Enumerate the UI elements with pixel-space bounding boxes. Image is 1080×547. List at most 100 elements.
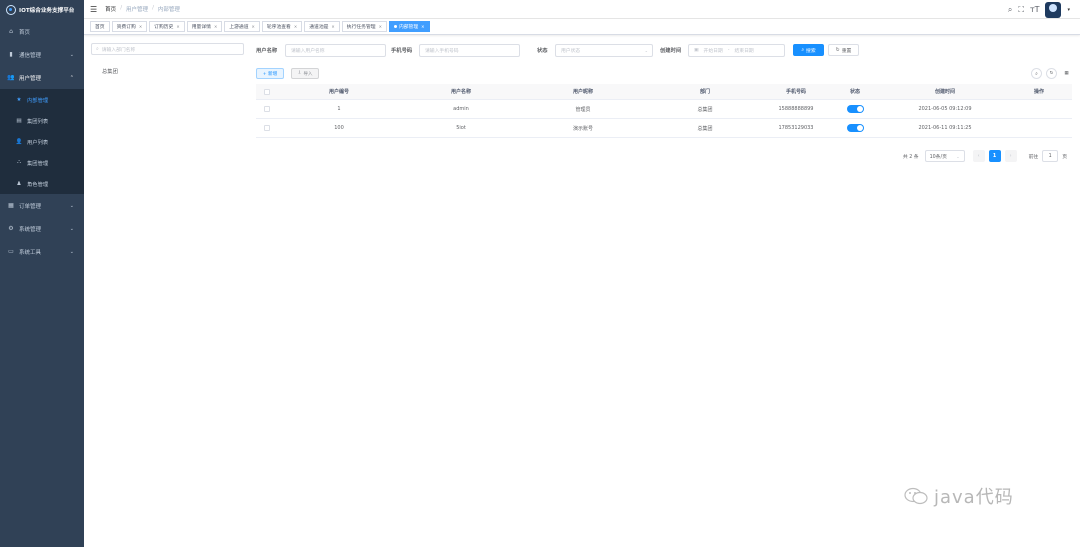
cell-user-id: 1: [337, 106, 341, 112]
next-page-button[interactable]: ›: [1004, 150, 1017, 162]
tag-upstream[interactable]: 上游通道 ✕: [224, 21, 260, 32]
tag-pool-view[interactable]: 轮序池查看 ✕: [261, 21, 303, 32]
cell-username: 5iot: [456, 125, 466, 131]
book-icon: ▤: [16, 117, 22, 124]
home-icon: ⌂: [9, 28, 13, 35]
search-icon[interactable]: ⌕: [1008, 5, 1012, 15]
watermark: java代码: [904, 483, 1014, 509]
close-icon[interactable]: ✕: [379, 24, 382, 29]
sidebar-item-user-management[interactable]: 👥 用户管理 ⌃: [0, 66, 84, 89]
tree-node-root[interactable]: 总集团: [91, 67, 244, 75]
column-header: 创建时间: [934, 89, 955, 95]
tag-task-management[interactable]: 执行任务管理 ✕: [341, 21, 387, 32]
tag-channel-pool[interactable]: 通道池是 ✕: [304, 21, 340, 32]
status-switch[interactable]: [846, 124, 864, 132]
import-button[interactable]: ⇩ 导入: [291, 68, 319, 79]
goto-label: 前往: [1028, 154, 1039, 160]
refresh-icon[interactable]: ↻: [1046, 68, 1057, 79]
sidebar-item-orders[interactable]: ▦ 订单管理 ⌄: [0, 194, 84, 217]
app-logo[interactable]: IOT综合业务支撑平台: [0, 0, 84, 20]
cell-phone: 17853129033: [778, 125, 814, 131]
dept-search-input[interactable]: ⌕ 请输入部门名称: [91, 43, 244, 55]
sidebar-item-group-management[interactable]: ⛬ 集团管理: [0, 152, 84, 173]
page-size-select[interactable]: 10条/页 ⌄: [924, 150, 965, 162]
close-icon[interactable]: ✕: [294, 24, 297, 29]
add-button[interactable]: + 新增: [256, 68, 284, 79]
prev-page-button[interactable]: ‹: [972, 150, 985, 162]
phone-label: 手机号码: [391, 48, 413, 54]
sidebar-item-communication[interactable]: ▮ 通信管理 ⌄: [0, 43, 84, 66]
star-icon: ★: [16, 96, 22, 103]
avatar[interactable]: [1045, 1, 1062, 18]
close-icon[interactable]: ✕: [176, 24, 179, 29]
table-row[interactable]: 100 5iot 演示账号 总集团 17853129033 2021-06-11…: [256, 119, 1072, 138]
tag-home[interactable]: 首页: [90, 21, 110, 32]
active-dot: [393, 25, 397, 28]
search-icon: ⌕: [96, 47, 99, 52]
navbar: ☰ 首页 / 用户管理 / 内部管理 ⌕ ⛶ ᴛT ▾: [84, 0, 1080, 19]
column-header: 手机号码: [785, 89, 806, 95]
users-icon: 👥: [7, 74, 15, 81]
chevron-down-icon: ⌄: [69, 248, 74, 255]
row-checkbox[interactable]: [264, 106, 270, 112]
close-icon[interactable]: ✕: [331, 24, 334, 29]
header-tools: ⌕ ⛶ ᴛT ▾: [1008, 0, 1080, 19]
status-label: 状态: [537, 48, 548, 54]
cell-username: admin: [453, 106, 469, 112]
calendar-icon: ▣: [694, 48, 699, 53]
filter-form: 用户名称 请输入用户名称 手机号码 请输入手机号码 状态 用户状态 ⌄ 创建时间 …: [256, 44, 1076, 57]
search-button[interactable]: ⌕ 搜索: [793, 44, 824, 56]
sidebar-item-user-list[interactable]: 👤 用户列表: [0, 131, 84, 152]
font-size-icon[interactable]: ᴛT: [1030, 5, 1040, 14]
tag-order-history[interactable]: 订购历史 ✕: [149, 21, 185, 32]
tags-view: 首页 资费订购 ✕ 订购历史 ✕ 用量详情 ✕ 上游通道 ✕ 轮序池查看 ✕ 通道池是 ✕ …: [84, 19, 1080, 35]
page-number-button[interactable]: 1: [988, 150, 1001, 162]
wechat-icon: [904, 487, 928, 505]
table-row[interactable]: 1 admin 管理员 总集团 15888888899 2021-06-05 0…: [256, 100, 1072, 119]
close-icon[interactable]: ✕: [139, 24, 142, 29]
close-icon[interactable]: ✕: [421, 24, 424, 29]
date-range-picker[interactable]: ▣ 开始日期 - 结束日期: [688, 44, 785, 57]
toggle-search-icon[interactable]: ⌕: [1031, 68, 1042, 79]
chevron-down-icon: ⌄: [956, 153, 960, 159]
sidebar-item-internal[interactable]: ★ 内部管理: [0, 89, 84, 110]
breadcrumb-separator: /: [120, 5, 123, 11]
sidebar-item-tools[interactable]: ▭ 系统工具 ⌄: [0, 240, 84, 263]
created-label: 创建时间: [660, 48, 682, 54]
status-switch[interactable]: [846, 105, 864, 113]
tag-internal-management[interactable]: 内部管理 ✕: [388, 21, 430, 32]
sidebar-item-system[interactable]: ⚙ 系统管理 ⌄: [0, 217, 84, 240]
column-header: 操作: [1033, 89, 1044, 95]
close-icon[interactable]: ✕: [252, 24, 255, 29]
hamburger-icon[interactable]: ☰: [90, 5, 97, 14]
cell-dept: 总集团: [697, 106, 713, 113]
chevron-down-icon: ⌄: [644, 48, 648, 53]
select-all-checkbox[interactable]: [264, 88, 270, 95]
org-icon: ⛬: [17, 159, 21, 165]
tag-usage[interactable]: 用量详情 ✕: [186, 21, 223, 32]
status-select[interactable]: 用户状态 ⌄: [555, 44, 653, 57]
chevron-down-icon: ⌄: [69, 202, 74, 209]
username-input[interactable]: 请输入用户名称: [285, 44, 386, 57]
sidebar-item-home[interactable]: ⌂ 首页: [0, 20, 84, 43]
phone-input[interactable]: 请输入手机号码: [419, 44, 520, 57]
column-header: 状态: [849, 89, 860, 95]
caret-down-icon[interactable]: ▾: [1067, 7, 1070, 13]
column-header: 用户昵称: [572, 89, 593, 95]
order-icon: ▦: [8, 202, 14, 209]
sidebar-item-group-list[interactable]: ▤ 集团列表: [0, 110, 84, 131]
breadcrumb-user-management[interactable]: 用户管理: [126, 5, 148, 13]
tag-tariff[interactable]: 资费订购 ✕: [111, 21, 148, 32]
row-checkbox[interactable]: [264, 125, 270, 131]
cell-nickname: 管理员: [575, 106, 591, 113]
columns-icon[interactable]: ▦: [1061, 68, 1072, 79]
goto-page-input[interactable]: 1: [1042, 150, 1059, 162]
close-icon[interactable]: ✕: [214, 24, 217, 29]
sidebar-item-role-management[interactable]: ♟ 角色管理: [0, 173, 84, 194]
chevron-down-icon: ⌄: [69, 51, 74, 58]
fullscreen-icon[interactable]: ⛶: [1018, 5, 1024, 15]
breadcrumb-home[interactable]: 首页: [105, 5, 116, 13]
user-icon: 👤: [15, 138, 23, 145]
logo-icon: [6, 5, 16, 15]
reset-button[interactable]: ↻ 重置: [828, 44, 859, 56]
